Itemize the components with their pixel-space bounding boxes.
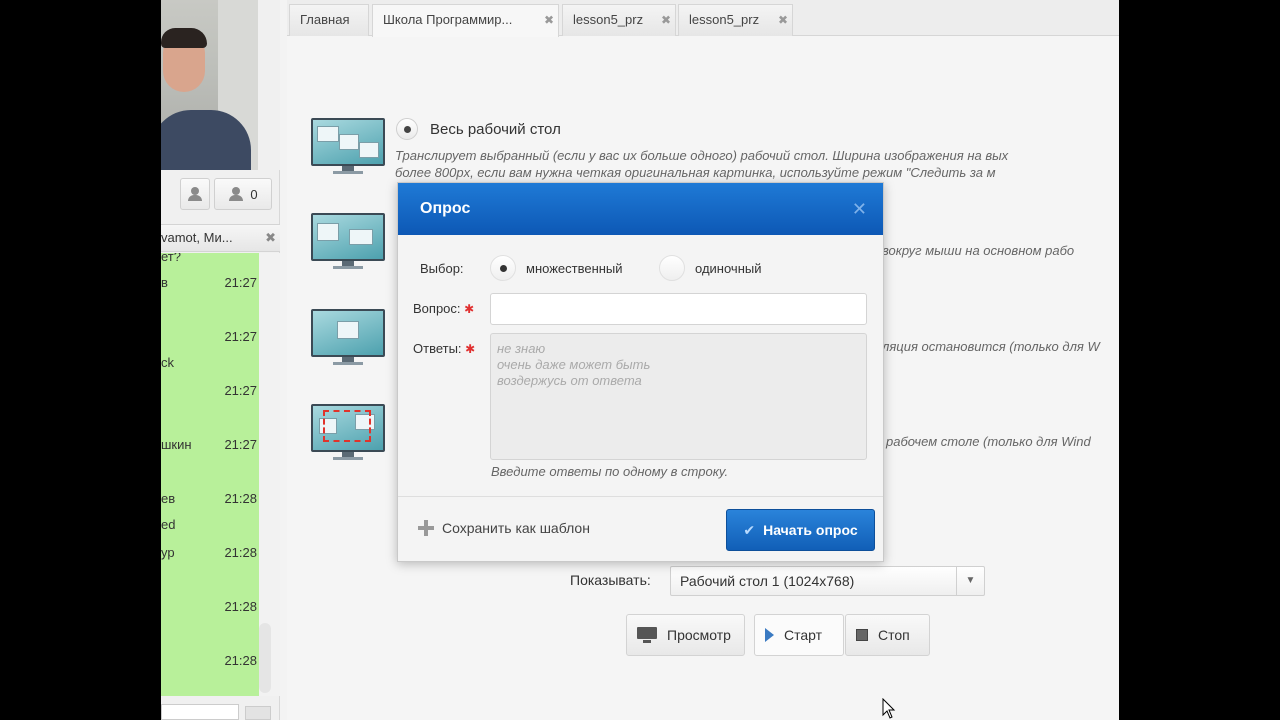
chat-row: 21:28 — [224, 653, 257, 668]
poll-dialog-header: Опрос ✕ — [398, 183, 883, 235]
check-icon: ✔ — [743, 521, 756, 538]
chat-row: ck — [161, 355, 174, 370]
answers-placeholder: не знаю очень даже может быть воздержусь… — [497, 341, 651, 388]
option-full-desktop-radio[interactable] — [396, 118, 418, 140]
choice-multiple-label: множественный — [526, 261, 623, 276]
plus-icon — [418, 520, 434, 536]
dialog-divider — [398, 496, 883, 497]
chat-row: 21:27 — [224, 329, 257, 344]
chat-send-button[interactable] — [245, 706, 271, 720]
chat-header: vamot, Ми... ✖ — [161, 224, 280, 252]
attendees-count-button[interactable]: 0 — [214, 178, 272, 210]
option-window-desc: ляция остановится (только для W — [882, 339, 1100, 354]
close-icon[interactable]: ✖ — [661, 5, 671, 35]
choice-single-label: одиночный — [695, 261, 762, 276]
choice-label: Выбор: — [420, 261, 464, 276]
stop-icon — [856, 629, 868, 641]
chat-input[interactable] — [161, 704, 239, 720]
app-window: 0 vamot, Ми... ✖ ет? в 21:27 21:27 ck 21:… — [161, 0, 1119, 720]
follow-mouse-monitor-icon — [311, 213, 385, 273]
stop-button[interactable]: Стоп — [845, 614, 930, 656]
chat-row: ed — [161, 517, 176, 532]
users-icon — [187, 187, 203, 201]
question-label: Вопрос: ✱ — [413, 301, 475, 316]
webcam-video — [161, 0, 258, 170]
tab-home[interactable]: Главная — [289, 4, 369, 36]
close-icon[interactable]: ✖ — [544, 5, 554, 35]
poll-dialog-title: Опрос — [420, 200, 471, 217]
chat-row: ур 21:28 — [161, 545, 257, 560]
start-poll-button[interactable]: ✔ Начать опрос — [726, 509, 875, 551]
play-icon — [765, 628, 774, 642]
desktop-select-value: Рабочий стол 1 (1024x768) — [680, 573, 855, 589]
chat-row: 21:27 — [224, 383, 257, 398]
tab-lesson5-2[interactable]: lesson5_prz ✖ — [678, 4, 793, 36]
desktop-select[interactable]: Рабочий стол 1 (1024x768) ▼ — [670, 566, 985, 596]
expand-icon[interactable]: ✖ — [265, 225, 276, 251]
choice-multiple-radio[interactable] — [490, 255, 516, 281]
user-icon — [228, 187, 244, 201]
close-icon[interactable]: ✖ — [778, 5, 788, 35]
start-button[interactable]: Старт — [754, 614, 844, 656]
answers-hint: Введите ответы по одному в строку. — [491, 464, 729, 479]
chat-list: ет? в 21:27 21:27 ck 21:27 шкин 21:27 ев 21… — [161, 253, 259, 696]
attendees-count: 0 — [250, 186, 258, 202]
tab-bar: Главная Школа Программир... ✖ lesson5_prz… — [287, 0, 1119, 37]
question-input[interactable] — [490, 293, 867, 325]
tab-lesson5-1[interactable]: lesson5_prz ✖ — [562, 4, 676, 36]
chat-row: в 21:27 — [161, 275, 257, 290]
show-label: Показывать: — [570, 572, 651, 588]
participant-controls: 0 — [161, 178, 280, 212]
window-monitor-icon — [311, 309, 385, 369]
option-full-desktop-title: Весь рабочий стол — [430, 121, 561, 138]
chevron-down-icon[interactable]: ▼ — [956, 567, 984, 595]
chat-row: ев 21:28 — [161, 491, 257, 506]
chat-row: 21:28 — [224, 599, 257, 614]
answers-label: Ответы: ✱ — [413, 341, 476, 356]
option-full-desktop-desc2: более 800px, если вам нужна четкая ориги… — [395, 165, 996, 180]
chat-row: ет? — [161, 253, 181, 264]
region-monitor-icon — [311, 404, 385, 464]
participants-button[interactable] — [180, 178, 210, 210]
chat-row: шкин 21:27 — [161, 437, 257, 452]
mouse-cursor-icon — [882, 698, 896, 719]
choice-single-radio[interactable] — [659, 255, 685, 281]
poll-dialog: Опрос ✕ Выбор: множественный одиночный В… — [397, 182, 884, 562]
chat-scrollbar[interactable] — [259, 253, 280, 696]
tab-school[interactable]: Школа Программир... ✖ — [372, 4, 559, 37]
chat-participants: vamot, Ми... — [161, 230, 233, 245]
close-icon[interactable]: ✕ — [852, 183, 867, 235]
answers-textarea[interactable]: не знаю очень даже может быть воздержусь… — [490, 333, 867, 460]
option-region-desc: рабочем столе (только для Wind — [886, 434, 1091, 449]
full-desktop-monitor-icon — [311, 118, 385, 178]
scroll-thumb[interactable] — [259, 623, 271, 693]
monitor-icon — [637, 627, 657, 643]
option-full-desktop-desc: Транслирует выбранный (если у вас их бол… — [395, 148, 1009, 163]
option-follow-mouse-desc: вокруг мыши на основном рабо — [882, 243, 1075, 258]
preview-button[interactable]: Просмотр — [626, 614, 745, 656]
save-template-button[interactable]: Сохранить как шаблон — [418, 520, 590, 536]
left-panel: 0 vamot, Ми... ✖ ет? в 21:27 21:27 ck 21:… — [161, 0, 280, 720]
